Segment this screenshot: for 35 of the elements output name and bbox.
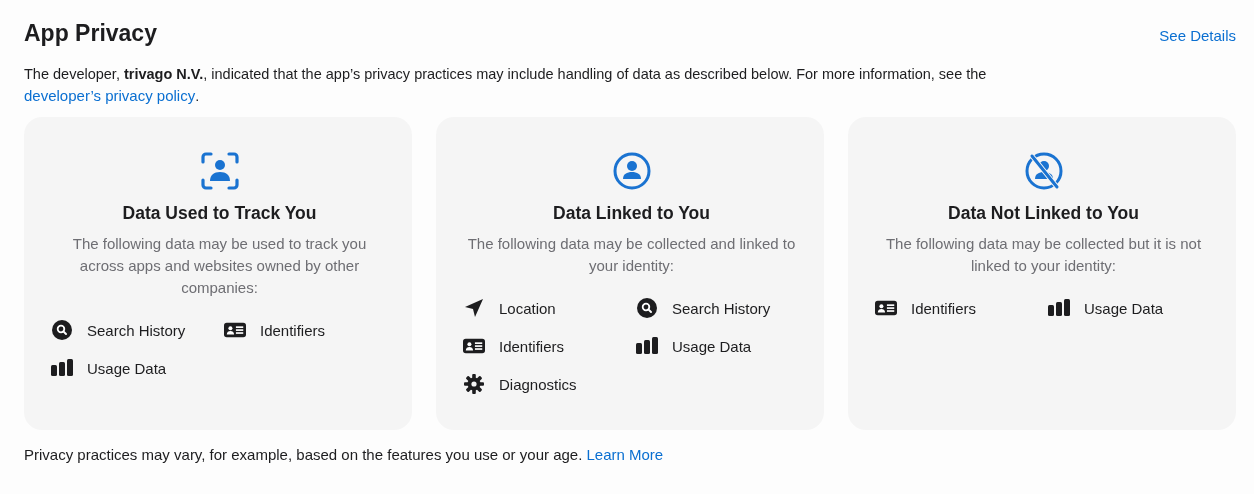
footer-text: Privacy practices may vary, for example, based on the features you use or your age. Learn More [24,446,665,463]
data-type-label: Location [499,299,556,317]
search-icon [51,320,73,340]
bar-chart-icon [1048,298,1070,318]
card-description: The following data may be used to track you across apps and websites owned by other companies: [71,234,368,298]
data-type-label: Search History [87,321,186,339]
see-details-link[interactable]: See Details [1159,27,1236,44]
intro-text: The developer, trivago N.V., indicated that the app’s privacy practices may include handling of data as described below. For more information, see the developer’s privacy policy. [24,65,988,106]
id-card-icon [463,336,485,356]
gear-icon [463,374,485,394]
card-title: Data Linked to You [553,203,710,224]
person-circle-icon [611,151,652,191]
person-frame-icon [199,151,240,191]
data-type-label: Diagnostics [499,375,577,393]
card-description: The following data may be collected but it is not linked to your identity: [884,234,1203,276]
learn-more-link[interactable]: Learn More [586,446,664,463]
data-type-label: Search History [672,299,771,317]
bar-chart-icon [636,336,658,356]
data-type-label: Identifiers [260,321,326,339]
person-crossed-icon [1023,151,1064,191]
bar-chart-icon [51,358,73,378]
data-type-label: Identifiers [911,299,977,317]
data-type-label: Usage Data [87,359,167,377]
data-type-label: Usage Data [672,337,752,355]
card-title: Data Used to Track You [122,203,317,224]
search-icon [636,298,658,318]
privacy-policy-link[interactable]: developer’s privacy policy [24,87,196,104]
location-arrow-icon [463,298,485,318]
card-title: Data Not Linked to You [948,203,1139,224]
card-description: The following data may be collected and linked to your identity: [466,234,797,276]
data-type-label: Identifiers [499,337,565,355]
id-card-icon [224,320,246,340]
section-title: App Privacy [24,20,157,47]
id-card-icon [875,298,897,318]
data-type-label: Usage Data [1084,299,1164,317]
